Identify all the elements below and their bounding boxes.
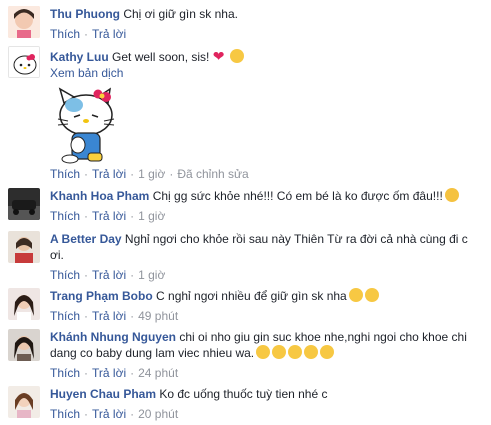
- comment-text: Ko đc uống thuốc tuỳ tien nhé c: [159, 387, 328, 401]
- reply-link[interactable]: Trả lời: [92, 268, 126, 282]
- comment-author[interactable]: Kathy Luu: [50, 50, 109, 64]
- comment-khanh-hoa-pham: Khanh Hoa Pham Chị gg sức khỏe nhé!!! Có…: [0, 184, 491, 228]
- comment-author[interactable]: Trang Phạm Bobo: [50, 289, 153, 303]
- reply-link[interactable]: Trả lời: [92, 209, 126, 223]
- kiss-emoji-icon: [272, 345, 287, 359]
- like-link[interactable]: Thích: [50, 27, 80, 41]
- smile-emoji-icon: [348, 288, 363, 302]
- like-link[interactable]: Thích: [50, 407, 80, 421]
- comment-time[interactable]: 49 phút: [138, 309, 178, 323]
- avatar[interactable]: [8, 231, 40, 263]
- like-link[interactable]: Thích: [50, 366, 80, 380]
- edited-label[interactable]: Đã chỉnh sửa: [177, 167, 248, 181]
- avatar[interactable]: [8, 188, 40, 220]
- comment-text: C nghỉ ngơi nhiều để giữ gìn sk nha: [156, 289, 347, 303]
- kiss-emoji-icon: [256, 345, 271, 359]
- comment-kathy-luu: Kathy Luu Get well soon, sis! ❤ Xem bản …: [0, 44, 491, 184]
- avatar[interactable]: [8, 6, 40, 38]
- reply-link[interactable]: Trả lời: [92, 407, 126, 421]
- avatar[interactable]: [8, 329, 40, 361]
- comment-text: Chị gg sức khỏe nhé!!! Có em bé là ko đư…: [152, 189, 443, 203]
- comment-a-better-day: A Better Day Nghỉ ngơi cho khỏe rồi sau …: [0, 228, 491, 284]
- smile-emoji-icon: [364, 288, 379, 302]
- comment-trang-pham-bobo: Trang Phạm Bobo C nghỉ ngơi nhiều để giữ…: [0, 284, 491, 326]
- kiss-emoji-icon: [320, 345, 335, 359]
- kiss-emoji-icon: [288, 345, 303, 359]
- comment-author[interactable]: Huyen Chau Pham: [50, 387, 156, 401]
- avatar[interactable]: [8, 46, 40, 78]
- smile-emoji-icon: [229, 49, 244, 63]
- avatar[interactable]: [8, 288, 40, 320]
- comment-khanh-nhung-nguyen: Khánh Nhung Nguyen chi oi nho giu gin su…: [0, 326, 491, 382]
- comment-time[interactable]: 1 giờ: [138, 167, 165, 181]
- comment-text: Get well soon, sis!: [112, 50, 210, 64]
- comment-author[interactable]: A Better Day: [50, 232, 122, 246]
- comment-thu-phuong: Thu Phuong Chị ơi giữ gìn sk nha. Thích ·…: [0, 0, 491, 44]
- comment-text: Chị ơi giữ gìn sk nha.: [123, 7, 238, 21]
- like-link[interactable]: Thích: [50, 309, 80, 323]
- reply-link[interactable]: Trả lời: [92, 366, 126, 380]
- avatar[interactable]: [8, 386, 40, 418]
- like-link[interactable]: Thích: [50, 268, 80, 282]
- like-link[interactable]: Thích: [50, 167, 80, 181]
- heart-icon: ❤: [212, 48, 225, 64]
- comment-author[interactable]: Khánh Nhung Nguyen: [50, 330, 176, 344]
- comment-time[interactable]: 1 giờ: [138, 209, 165, 223]
- see-translation-link[interactable]: Xem bản dịch: [50, 66, 123, 80]
- reply-link[interactable]: Trả lời: [92, 309, 126, 323]
- kiss-emoji-icon: [304, 345, 319, 359]
- comment-author[interactable]: Thu Phuong: [50, 7, 120, 21]
- comment-time[interactable]: 24 phút: [138, 366, 178, 380]
- reply-link[interactable]: Trả lời: [92, 167, 126, 181]
- comment-author[interactable]: Khanh Hoa Pham: [50, 189, 149, 203]
- like-link[interactable]: Thích: [50, 209, 80, 223]
- comment-huyen-chau-pham: Huyen Chau Pham Ko đc uống thuốc tuỳ tie…: [0, 382, 491, 425]
- comment-time[interactable]: 1 giờ: [138, 268, 165, 282]
- reply-link[interactable]: Trả lời: [92, 27, 126, 41]
- crying-emoji-icon: [444, 188, 459, 202]
- comment-time[interactable]: 20 phút: [138, 407, 178, 421]
- hello-kitty-sticker: [50, 85, 122, 165]
